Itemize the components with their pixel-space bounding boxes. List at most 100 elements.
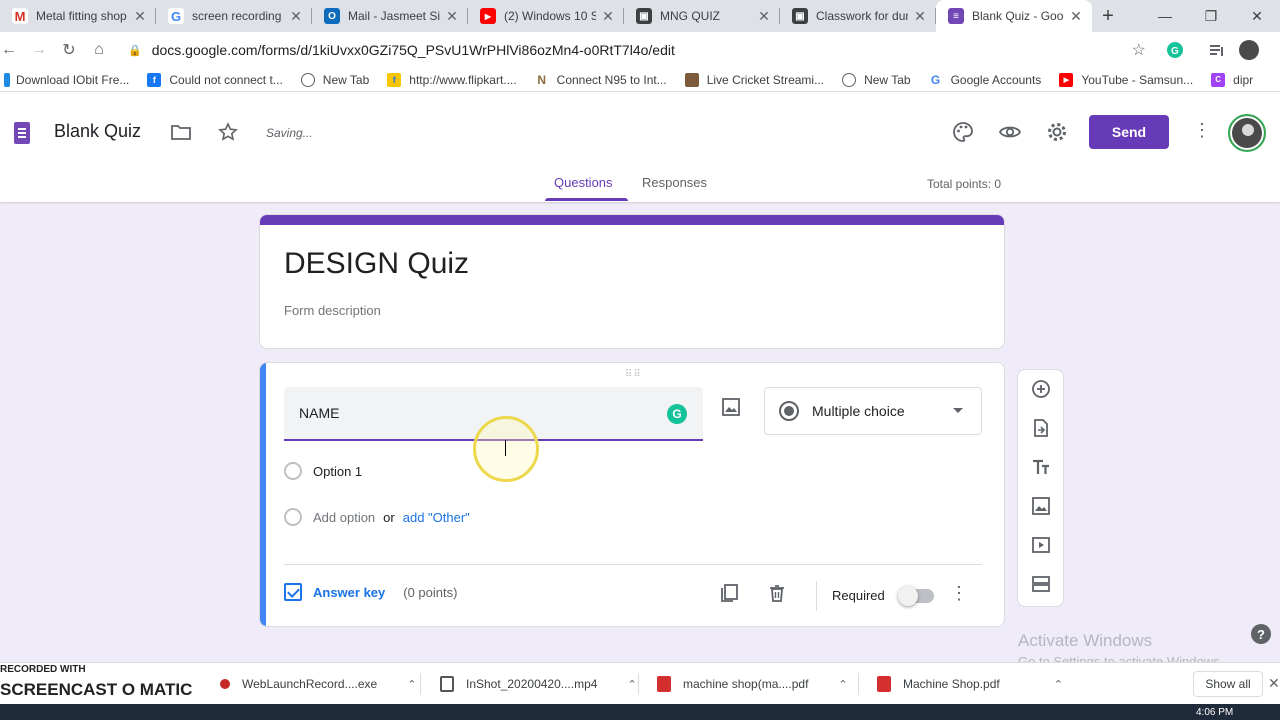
import-questions-icon[interactable]	[1030, 417, 1052, 439]
forward-icon[interactable]: →	[24, 35, 54, 65]
question-points: (0 points)	[403, 584, 458, 600]
pdf-file-icon	[877, 676, 891, 692]
minimize-icon[interactable]: —	[1142, 0, 1188, 32]
close-icon[interactable]: ✕	[600, 8, 616, 25]
settings-gear-icon[interactable]	[1045, 120, 1069, 144]
close-icon[interactable]: ✕	[444, 8, 460, 25]
browser-tab[interactable]: ▶ (2) Windows 10 Sc ✕	[468, 0, 624, 32]
add-other-link[interactable]: add "Other"	[403, 510, 470, 525]
or-text: or	[383, 509, 395, 525]
svg-text:G: G	[1171, 46, 1179, 57]
download-item[interactable]: machine shop(ma....pdf ⌃	[657, 663, 848, 705]
bookmark-item[interactable]: New Tab	[842, 72, 911, 87]
bookmark-item[interactable]: Download IObit Fre...	[4, 72, 129, 87]
browser-tab[interactable]: ▣ Classwork for dum ✕	[780, 0, 936, 32]
close-downloads-icon[interactable]: ✕	[1268, 675, 1280, 692]
save-status: Saving...	[266, 126, 313, 140]
browser-tab[interactable]: M Metal fitting shop ✕	[0, 0, 156, 32]
taskbar-clock: 4:06 PM	[1196, 707, 1234, 718]
forms-icon: ≡	[948, 8, 964, 24]
drag-handle-icon[interactable]: ⠿⠿	[625, 369, 642, 380]
add-title-text-icon[interactable]	[1030, 456, 1052, 478]
bookmark-item[interactable]: Live Cricket Streami...	[684, 72, 824, 87]
browser-tab[interactable]: G screen recording - ✕	[156, 0, 312, 32]
address-bar[interactable]: 🔒 docs.google.com/forms/d/1kiUvxx0GZi75Q…	[118, 36, 1160, 64]
bookmark-item[interactable]: f http://www.flipkart....	[387, 72, 517, 87]
bookmark-item[interactable]: New Tab	[300, 72, 369, 87]
form-title[interactable]: DESIGN Quiz	[284, 247, 469, 281]
add-section-icon[interactable]	[1030, 573, 1052, 595]
required-toggle[interactable]	[898, 586, 934, 606]
delete-trash-icon[interactable]	[767, 583, 791, 607]
media-control-icon[interactable]	[1203, 36, 1231, 64]
chevron-up-icon[interactable]: ⌃	[407, 678, 416, 691]
document-title[interactable]: Blank Quiz	[54, 121, 141, 142]
footer-divider	[816, 581, 817, 611]
close-window-icon[interactable]: ✕	[1234, 0, 1280, 32]
profile-avatar[interactable]	[1235, 36, 1263, 64]
add-image-icon[interactable]	[721, 397, 745, 421]
google-forms-logo-icon[interactable]	[14, 122, 30, 144]
chevron-up-icon[interactable]: ⌃	[627, 678, 636, 691]
browser-tab-active[interactable]: ≡ Blank Quiz - Goog ✕	[936, 0, 1092, 32]
duplicate-icon[interactable]	[719, 583, 743, 607]
close-icon[interactable]: ✕	[756, 8, 772, 25]
answer-key-button[interactable]: Answer key (0 points)	[284, 583, 457, 601]
palette-icon[interactable]	[951, 120, 975, 144]
browser-tab[interactable]: ▣ MNG QUIZ ✕	[624, 0, 780, 32]
close-icon[interactable]: ✕	[288, 8, 304, 25]
folder-icon[interactable]	[169, 120, 193, 144]
chevron-up-icon[interactable]: ⌃	[838, 678, 847, 691]
add-option-link[interactable]: Add option	[313, 510, 375, 525]
dropdown-arrow-icon	[953, 408, 963, 413]
option-label[interactable]: Option 1	[313, 464, 362, 479]
tab-questions[interactable]: Questions	[554, 175, 613, 190]
grammarly-extension-icon[interactable]: G	[1161, 36, 1189, 64]
bookmark-item[interactable]: f Could not connect t...	[147, 72, 283, 87]
tab-title: screen recording -	[192, 9, 284, 23]
home-icon[interactable]: ⌂	[84, 35, 114, 65]
active-tab-indicator	[545, 198, 628, 201]
tab-title: MNG QUIZ	[660, 9, 720, 23]
reload-icon[interactable]: ↻	[54, 35, 84, 65]
browser-tab[interactable]: O Mail - Jasmeet Sin ✕	[312, 0, 468, 32]
add-video-icon[interactable]	[1030, 534, 1052, 556]
grammarly-icon[interactable]: G	[667, 404, 687, 424]
browser-toolbar: ← → ↻ ⌂ 🔒 docs.google.com/forms/d/1kiUvx…	[0, 32, 1280, 68]
add-question-icon[interactable]	[1030, 378, 1052, 400]
close-icon[interactable]: ✕	[912, 8, 928, 25]
chevron-up-icon[interactable]: ⌃	[1054, 678, 1063, 691]
tab-responses[interactable]: Responses	[642, 175, 707, 190]
bookmark-item[interactable]: Cdipr	[1211, 72, 1253, 87]
show-all-downloads-button[interactable]: Show all	[1193, 671, 1263, 697]
download-item[interactable]: WebLaunchRecord....exe ⌃	[220, 663, 416, 705]
back-icon[interactable]: ←	[0, 35, 24, 65]
active-question-indicator	[260, 363, 266, 626]
bookmark-star-icon[interactable]: ☆	[1132, 40, 1146, 60]
form-description-field[interactable]: Form description	[284, 303, 381, 318]
download-item[interactable]: InShot_20200420....mp4 ⌃	[440, 663, 637, 705]
help-icon[interactable]: ?	[1251, 624, 1271, 644]
bookmark-item[interactable]: ▶ YouTube - Samsun...	[1059, 72, 1193, 87]
tab-title: Classwork for dum	[816, 9, 908, 23]
account-avatar[interactable]	[1228, 114, 1266, 152]
new-tab-button[interactable]: +	[1092, 0, 1124, 32]
google-icon: G	[168, 8, 184, 24]
preview-eye-icon[interactable]	[998, 120, 1022, 144]
option-row[interactable]: Option 1	[284, 462, 362, 480]
star-icon[interactable]	[216, 120, 240, 144]
more-options-icon[interactable]: ⋮	[1192, 120, 1212, 144]
question-type-dropdown[interactable]: Multiple choice	[764, 387, 982, 435]
question-more-icon[interactable]: ⋮	[950, 583, 968, 604]
download-item[interactable]: Machine Shop.pdf ⌃	[877, 663, 1063, 705]
restore-icon[interactable]: ❐	[1188, 0, 1234, 32]
bookmark-label: New Tab	[864, 72, 911, 87]
bookmark-item[interactable]: G Google Accounts	[928, 72, 1041, 87]
close-icon[interactable]: ✕	[132, 8, 148, 25]
close-icon[interactable]: ✕	[1068, 8, 1084, 25]
add-image-icon[interactable]	[1030, 495, 1052, 517]
bookmark-item[interactable]: N Connect N95 to Int...	[534, 72, 667, 87]
send-button[interactable]: Send	[1089, 115, 1169, 149]
cricket-icon	[684, 72, 699, 87]
form-title-card: DESIGN Quiz Form description	[259, 214, 1005, 349]
